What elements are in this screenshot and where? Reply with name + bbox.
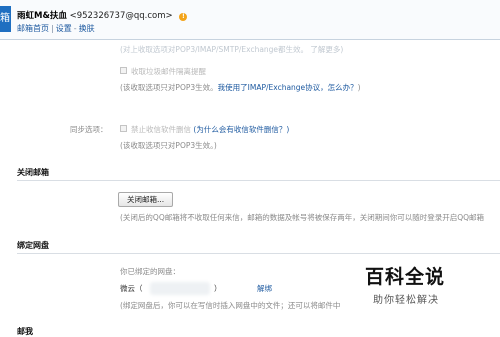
close-mailbox-note: (关闭后的QQ邮箱将不收取任何来信，邮箱的数据及帐号将被保存两年，关闭期间你可以…	[120, 213, 485, 222]
mail-header: 箱 雨虹M&扶血 <952326737@qq.com> ! 邮箱首页 | 设置 - 换肤	[0, 0, 500, 40]
header-nav: 邮箱首页 | 设置 - 换肤	[17, 23, 95, 34]
close-mailbox-button[interactable]: 关闭邮箱...	[118, 192, 174, 207]
junk-reminder-label: 收取垃圾邮件隔离提醒	[131, 67, 206, 76]
account-info: 雨虹M&扶血 <952326737@qq.com> !	[17, 9, 188, 21]
netdisk-provider-close: ）	[214, 284, 222, 293]
netdisk-provider: 微云（	[120, 284, 143, 293]
account-name: 雨虹M&扶血	[17, 11, 67, 21]
warning-icon[interactable]: !	[179, 13, 188, 21]
disable-delete-label: 禁止收信软件删信	[131, 125, 191, 134]
sync-options-label: 同步选项：	[70, 125, 108, 134]
junk-reminder-checkbox[interactable]	[120, 67, 127, 74]
close-mailbox-title: 关闭邮箱	[17, 168, 49, 177]
nav-separator: -	[73, 24, 77, 33]
unbind-row: 解绑	[257, 283, 272, 294]
scrolled-note: (对上收取选项对POP3/IMAP/SMTP/Exchange都生效。 了解更多…	[120, 45, 344, 54]
imap-help-link[interactable]: 我使用了IMAP/Exchange协议，怎么办？	[218, 83, 358, 92]
watermark-title: 百科全说	[365, 266, 446, 288]
disable-delete-checkbox[interactable]	[120, 125, 127, 132]
mailbox-home-link[interactable]: 邮箱首页	[17, 24, 49, 33]
section-divider	[17, 253, 500, 254]
sync-note: (该收取选项只对POP3生效。)	[120, 141, 217, 150]
settings-link[interactable]: 设置	[56, 24, 72, 33]
switch-skin-link[interactable]: 换肤	[79, 24, 95, 33]
qq-mail-logo[interactable]: 箱	[0, 6, 11, 32]
nav-separator: |	[51, 24, 54, 33]
bound-netdisk-label: 你已绑定的网盘：	[120, 267, 180, 276]
sync-checkbox-row: 禁止收信软件删信 (为什么会有收信软件删信？)	[131, 124, 289, 135]
pop3-note-prefix: (该收取选项只对POP3生效。	[120, 83, 218, 92]
section-divider	[17, 180, 500, 181]
account-email: <952326737@qq.com>	[69, 11, 173, 21]
mail-me-title: 邮我	[17, 327, 33, 336]
bind-netdisk-title: 绑定网盘	[17, 241, 49, 250]
pop3-note: (该收取选项只对POP3生效。我使用了IMAP/Exchange协议，怎么办？)	[120, 82, 361, 93]
unbind-link[interactable]: 解绑	[257, 284, 272, 293]
watermark-subtitle: 助你轻松解决	[373, 295, 439, 306]
pop3-note-suffix: )	[357, 83, 361, 92]
blurred-account-id	[150, 282, 210, 295]
netdisk-note: (绑定网盘后，你可以在写信时插入网盘中的文件；还可以将邮件中	[120, 301, 341, 310]
why-delete-link[interactable]: (为什么会有收信软件删信？)	[193, 125, 289, 134]
